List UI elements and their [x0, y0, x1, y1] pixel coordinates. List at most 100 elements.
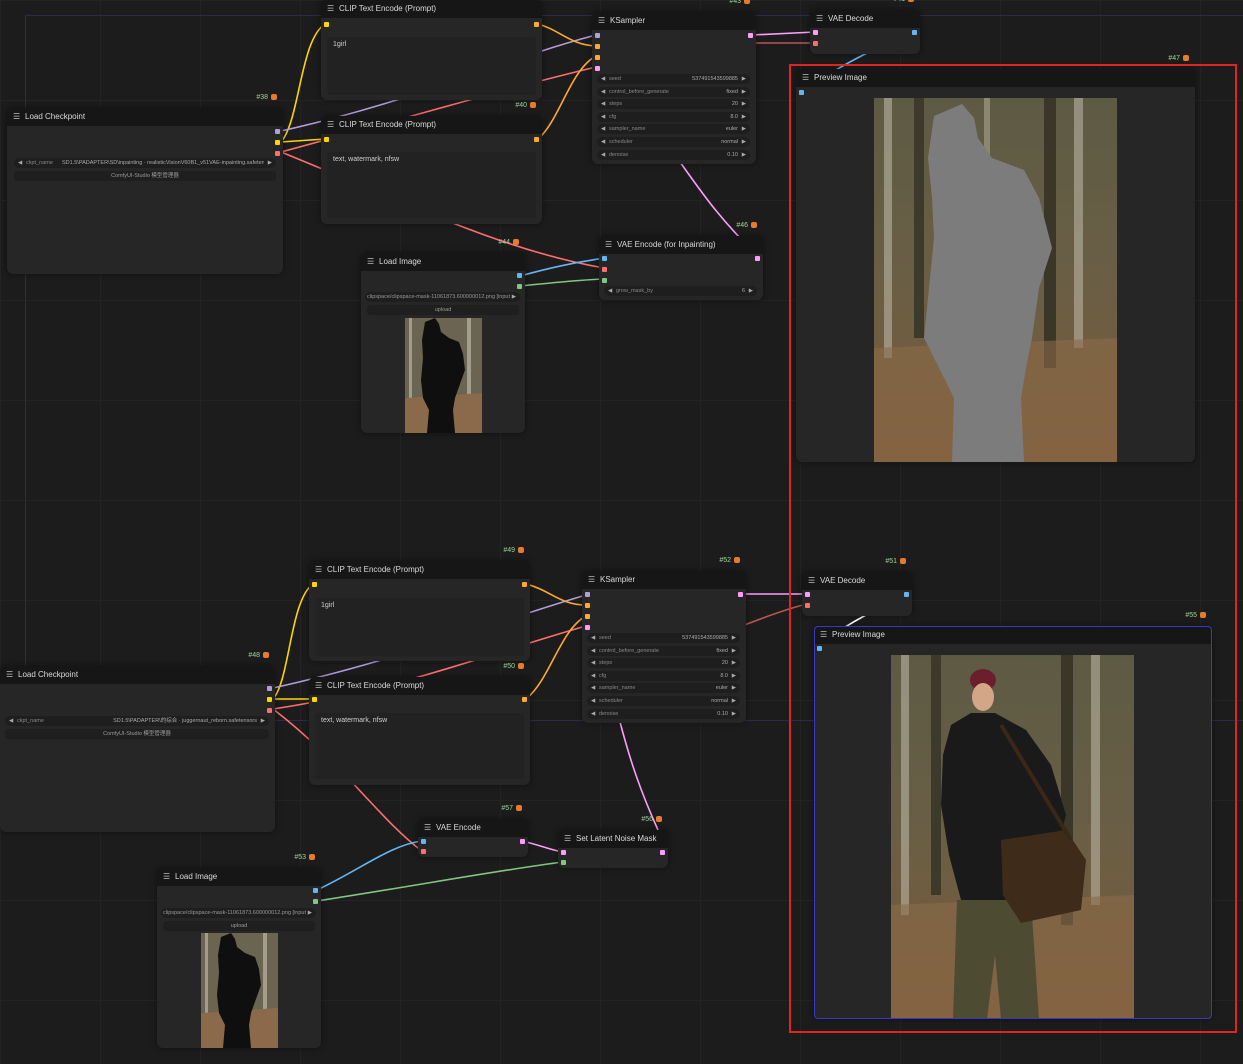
set-latent-noise-mask-node[interactable]: #56 ☰ Set Latent Noise Mask	[558, 816, 668, 868]
positive-input-port[interactable]	[585, 603, 590, 608]
ksampler-widget[interactable]: ◀ sampler_name euler ▶	[587, 683, 740, 694]
vae-decode-node[interactable]: #41 ☰ VAE Decode	[810, 0, 920, 54]
pixels-input-port[interactable]	[421, 839, 426, 844]
arrow-left-icon[interactable]: ◀	[601, 124, 605, 134]
node-title[interactable]: ☰ KSampler	[592, 12, 756, 30]
vae-input-port[interactable]	[421, 849, 426, 854]
ksampler-node[interactable]: #52 ☰ KSampler ◀ seed 537491543599885 ▶ ◀ cont…	[582, 557, 746, 723]
vae-encode-inpaint-node[interactable]: #46 ☰ VAE Encode (for Inpainting) ◀ grow_…	[599, 222, 763, 300]
node-title[interactable]: ☰ VAE Encode	[418, 819, 528, 837]
prompt-textarea[interactable]: text, watermark, nfsw	[327, 152, 536, 218]
menu-icon[interactable]: ☰	[315, 677, 323, 695]
arrow-left-icon[interactable]: ◀	[601, 74, 605, 84]
arrow-right-icon[interactable]: ▶	[732, 696, 736, 706]
ksampler-node[interactable]: #43 ☰ KSampler ◀ seed 537491543599885 ▶ ◀ cont…	[592, 0, 756, 164]
node-title[interactable]: ☰ Load Checkpoint	[0, 666, 275, 684]
arrow-left-icon[interactable]: ◀	[608, 286, 612, 296]
prompt-textarea[interactable]: 1girl	[315, 598, 524, 656]
ksampler-widget[interactable]: ◀ steps 20 ▶	[587, 658, 740, 669]
ksampler-widget[interactable]: ◀ scheduler normal ▶	[587, 696, 740, 706]
arrow-right-icon[interactable]: ▶	[732, 633, 736, 643]
model-manager-button[interactable]: ComfyUI-Studio 模型管理器	[5, 729, 269, 739]
pixels-input-port[interactable]	[602, 256, 607, 261]
ksampler-widget[interactable]: ◀ seed 537491543599885 ▶	[597, 74, 750, 84]
node-title[interactable]: ☰ VAE Decode	[810, 10, 920, 28]
conditioning-output-port[interactable]	[534, 22, 539, 27]
model-input-port[interactable]	[595, 33, 600, 38]
latent-output-port[interactable]	[755, 256, 760, 261]
samples-input-port[interactable]	[813, 30, 818, 35]
conditioning-output-port[interactable]	[522, 582, 527, 587]
menu-icon[interactable]: ☰	[605, 236, 613, 254]
upload-button[interactable]: upload	[163, 921, 315, 931]
vae-encode-node[interactable]: #57 ☰ VAE Encode	[418, 805, 528, 857]
arrow-left-icon[interactable]: ◀	[591, 683, 595, 693]
image-file-combo[interactable]: clipspace/clipspace-mask-11061873.600000…	[161, 908, 316, 918]
ckpt-name-combo[interactable]: ◀ ckpt_name SD1.5\PADAPTER\SD\inpainting…	[14, 158, 276, 168]
clip-input-port[interactable]	[312, 582, 317, 587]
node-title[interactable]: ☰ CLIP Text Encode (Prompt)	[309, 677, 530, 695]
menu-icon[interactable]: ☰	[588, 571, 596, 589]
node-graph-canvas[interactable]: ☰ CLIP Text Encode (Prompt) 1girl #43 ☰ KS…	[0, 0, 1243, 1064]
node-title[interactable]: ☰ CLIP Text Encode (Prompt)	[309, 561, 530, 579]
node-title[interactable]: ☰ VAE Encode (for Inpainting)	[599, 236, 763, 254]
menu-icon[interactable]: ☰	[598, 12, 606, 30]
arrow-right-icon[interactable]: ▶	[742, 150, 746, 160]
load-image-node[interactable]: #53 ☰ Load Image clipspace/clipspace-mask…	[157, 854, 321, 1048]
clip-output-port[interactable]	[267, 697, 272, 702]
clip-input-port[interactable]	[324, 22, 329, 27]
arrow-left-icon[interactable]: ◀	[591, 696, 595, 706]
arrow-left-icon[interactable]: ◀	[601, 112, 605, 122]
latent-input-port[interactable]	[585, 625, 590, 630]
ksampler-widget[interactable]: ◀ cfg 8.0 ▶	[587, 670, 740, 681]
arrow-right-icon[interactable]: ▶	[732, 683, 736, 693]
arrow-right-icon[interactable]: ▶	[742, 87, 746, 97]
mask-output-port[interactable]	[517, 284, 522, 289]
arrow-right-icon[interactable]: ▶	[261, 716, 265, 726]
arrow-left-icon[interactable]: ◀	[601, 150, 605, 160]
grow-mask-by-widget[interactable]: ◀ grow_mask_by 6 ▶	[604, 286, 757, 296]
arrow-right-icon[interactable]: ▶	[732, 646, 736, 656]
arrow-left-icon[interactable]: ◀	[591, 709, 595, 719]
node-title[interactable]: ☰ Load Image	[157, 868, 321, 886]
ksampler-widget[interactable]: ◀ control_before_generate fixed ▶	[597, 86, 750, 97]
clip-input-port[interactable]	[324, 137, 329, 142]
arrow-right-icon[interactable]: ▶	[742, 124, 746, 134]
arrow-left-icon[interactable]: ◀	[591, 658, 595, 668]
node-title[interactable]: ☰ KSampler	[582, 571, 746, 589]
ksampler-widget[interactable]: ◀ denoise 0.10 ▶	[587, 708, 740, 719]
arrow-right-icon[interactable]: ▶	[742, 99, 746, 109]
arrow-right-icon[interactable]: ▶	[268, 158, 272, 168]
node-title[interactable]: ☰ CLIP Text Encode (Prompt)	[321, 0, 542, 18]
menu-icon[interactable]: ☰	[564, 830, 572, 848]
arrow-left-icon[interactable]: ◀	[591, 671, 595, 681]
model-output-port[interactable]	[267, 686, 272, 691]
load-checkpoint-node[interactable]: #38 ☰ Load Checkpoint ◀ ckpt_name SD1.5\P…	[7, 94, 283, 274]
ksampler-widget[interactable]: ◀ sampler_name euler ▶	[597, 124, 750, 135]
menu-icon[interactable]: ☰	[327, 0, 335, 18]
menu-icon[interactable]: ☰	[315, 561, 323, 579]
vae-output-port[interactable]	[267, 708, 272, 713]
conditioning-output-port[interactable]	[522, 697, 527, 702]
menu-icon[interactable]: ☰	[327, 116, 335, 134]
node-title[interactable]: ☰ Load Image	[361, 253, 525, 271]
ksampler-widget[interactable]: ◀ seed 537491543599885 ▶	[587, 633, 740, 643]
menu-icon[interactable]: ☰	[163, 868, 171, 886]
model-output-port[interactable]	[275, 129, 280, 134]
prompt-textarea[interactable]: text, watermark, nfsw	[315, 713, 524, 779]
arrow-left-icon[interactable]: ◀	[9, 716, 13, 726]
vae-input-port[interactable]	[602, 267, 607, 272]
latent-output-port[interactable]	[738, 592, 743, 597]
latent-output-port[interactable]	[660, 850, 665, 855]
menu-icon[interactable]: ☰	[6, 666, 14, 684]
prompt-textarea[interactable]: 1girl	[327, 37, 536, 95]
latent-output-port[interactable]	[520, 839, 525, 844]
mask-input-port[interactable]	[561, 860, 566, 865]
arrow-right-icon[interactable]: ▶	[742, 137, 746, 147]
load-checkpoint-node[interactable]: #48 ☰ Load Checkpoint ◀ ckpt_name SD1.5\P…	[0, 652, 275, 832]
samples-input-port[interactable]	[561, 850, 566, 855]
arrow-left-icon[interactable]: ◀	[591, 633, 595, 643]
clip-text-encode-node[interactable]: #50 ☰ CLIP Text Encode (Prompt) text, wat…	[309, 663, 530, 785]
latent-input-port[interactable]	[595, 66, 600, 71]
arrow-right-icon[interactable]: ▶	[308, 908, 312, 918]
